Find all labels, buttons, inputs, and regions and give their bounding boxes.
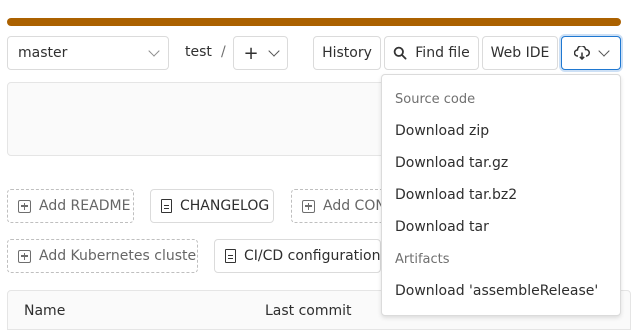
download-zip-item[interactable]: Download zip bbox=[395, 123, 489, 139]
add-readme-label: Add README bbox=[39, 198, 131, 214]
add-kubernetes-button[interactable]: Add Kubernetes cluster bbox=[7, 239, 198, 273]
document-icon bbox=[225, 249, 236, 263]
chevron-down-icon bbox=[267, 45, 280, 57]
source-code-header: Source code bbox=[395, 92, 476, 107]
download-tar-bz2-item[interactable]: Download tar.bz2 bbox=[395, 187, 517, 203]
plus-square-icon bbox=[18, 249, 31, 263]
history-button[interactable]: History bbox=[313, 36, 381, 70]
web-ide-button[interactable]: Web IDE bbox=[482, 36, 558, 70]
branch-select[interactable]: master bbox=[7, 36, 169, 70]
artifacts-header: Artifacts bbox=[395, 252, 450, 267]
download-tar-gz-item[interactable]: Download tar.gz bbox=[395, 155, 508, 171]
find-file-label: Find file bbox=[415, 45, 470, 61]
plus-square-icon bbox=[302, 199, 315, 213]
plus-square-icon bbox=[18, 199, 31, 213]
add-readme-button[interactable]: Add README bbox=[7, 189, 134, 223]
chevron-down-icon bbox=[598, 45, 610, 57]
cicd-config-button[interactable]: CI/CD configuration bbox=[214, 239, 381, 273]
find-file-button[interactable]: Find file bbox=[384, 36, 479, 70]
download-tar-item[interactable]: Download tar bbox=[395, 219, 489, 235]
branch-name: master bbox=[18, 45, 68, 61]
cicd-config-label: CI/CD configuration bbox=[244, 248, 381, 264]
add-file-dropdown[interactable]: + bbox=[233, 36, 288, 70]
web-ide-label: Web IDE bbox=[490, 45, 550, 61]
document-icon bbox=[161, 199, 172, 213]
history-label: History bbox=[322, 45, 372, 61]
chevron-down-icon bbox=[148, 45, 160, 57]
cloud-download-icon bbox=[574, 46, 590, 60]
download-artifact-item[interactable]: Download 'assembleRelease' bbox=[395, 283, 598, 299]
changelog-button[interactable]: CHANGELOG bbox=[150, 189, 274, 223]
pipeline-progress-bar bbox=[7, 18, 621, 26]
download-dropdown-menu: Source code Download zip Download tar.gz… bbox=[381, 74, 621, 316]
breadcrumb-separator: / bbox=[221, 44, 226, 60]
add-kubernetes-label: Add Kubernetes cluster bbox=[39, 248, 198, 264]
search-icon bbox=[393, 46, 407, 60]
breadcrumb-path[interactable]: test bbox=[185, 44, 212, 60]
changelog-label: CHANGELOG bbox=[180, 198, 270, 214]
plus-icon: + bbox=[243, 42, 259, 64]
project-info-panel bbox=[7, 82, 407, 156]
column-name: Name bbox=[24, 303, 66, 319]
column-last-commit: Last commit bbox=[265, 303, 352, 319]
download-dropdown-button[interactable] bbox=[561, 36, 621, 70]
